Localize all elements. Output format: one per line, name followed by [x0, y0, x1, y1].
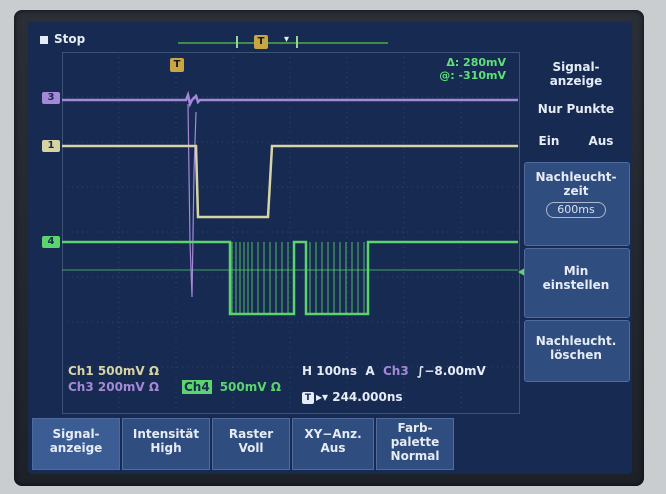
ch1-waveform [62, 144, 518, 219]
dots-only-toggle[interactable]: Ein Aus [524, 134, 628, 148]
clear-persistence-label: Nachleucht. löschen [535, 334, 617, 362]
ch3-ground-marker[interactable]: 3 [42, 92, 60, 104]
cursor-delta: Δ: 280mV [446, 56, 506, 69]
persistence-value-wrap: 600ms [524, 202, 628, 218]
ch3-glitch [187, 103, 197, 298]
waveform-display [62, 52, 518, 412]
bottom-menu-intensity[interactable]: Intensität High [122, 418, 210, 470]
trigger-marker: T [170, 58, 184, 72]
side-menu: Signal- anzeige Nur Punkte Ein Aus Nachl… [520, 52, 632, 412]
side-menu-dots-only[interactable]: Nur Punkte [524, 102, 628, 116]
delay-value: ▸▾ 244.000ns [316, 390, 403, 404]
ch4-scale: Ch4 500mV Ω [182, 380, 281, 394]
trigger-source: Ch3 [382, 364, 409, 378]
oscilloscope-screen: Stop T ▾ T Δ: 280mV @: -310mV 3 1 4 Ch1 … [28, 22, 632, 474]
bottom-menu-palette[interactable]: Farb- palette Normal [376, 418, 454, 470]
delay-readout: T ▸▾ 244.000ns [302, 390, 403, 404]
bottom-menu-grid[interactable]: Raster Voll [212, 418, 290, 470]
record-view-bracket-right [296, 36, 298, 48]
run-status[interactable]: Stop [40, 32, 85, 46]
trigger-mode: A [365, 364, 375, 378]
persistence-value[interactable]: 600ms [546, 202, 606, 218]
ch4-persistence-edges [231, 242, 365, 314]
trigger-position-icon: T [254, 35, 268, 49]
timebase-value: H 100ns [302, 364, 357, 378]
ch1-ground-marker[interactable]: 1 [42, 140, 60, 152]
stop-icon [40, 35, 48, 44]
record-view-bar [178, 42, 388, 44]
channel-info-panel: Ch1 500mV Ω Ch3 200mV Ω Ch4 500mV Ω H 100… [62, 362, 518, 412]
record-view-bracket-left [236, 36, 238, 48]
ch3-scale: Ch3 200mV Ω [68, 380, 160, 394]
ch4-scale-value: 500mV Ω [219, 380, 281, 394]
expansion-point-icon: ▾ [284, 34, 290, 45]
trigger-level: ∫−8.00mV [417, 364, 486, 378]
run-status-label: Stop [54, 32, 86, 46]
persistence-label: Nachleucht- zeit [535, 170, 617, 198]
dots-only-on[interactable]: Ein [539, 134, 560, 148]
bottom-menu: Signal- anzeige Intensität High Raster V… [28, 418, 632, 474]
delay-trigger-icon: T [302, 391, 314, 404]
bottom-menu-xy[interactable]: XY−Anz. Aus [292, 418, 374, 470]
ch4-ground-marker[interactable]: 4 [42, 236, 60, 248]
timebase-readout: H 100ns A Ch3 ∫−8.00mV [302, 364, 486, 378]
ch4-tag: Ch4 [182, 380, 212, 394]
cursor-readouts: Δ: 280mV @: -310mV [398, 56, 506, 82]
side-menu-title: Signal- anzeige [549, 60, 603, 88]
bottom-menu-display[interactable]: Signal- anzeige [32, 418, 120, 470]
cursor-position: @: -310mV [439, 69, 506, 82]
top-status-bar: Stop T ▾ [28, 22, 632, 52]
ch1-scale: Ch1 500mV Ω [68, 364, 160, 378]
dots-only-off[interactable]: Aus [588, 134, 613, 148]
set-min-label: Min einstellen [542, 264, 610, 292]
